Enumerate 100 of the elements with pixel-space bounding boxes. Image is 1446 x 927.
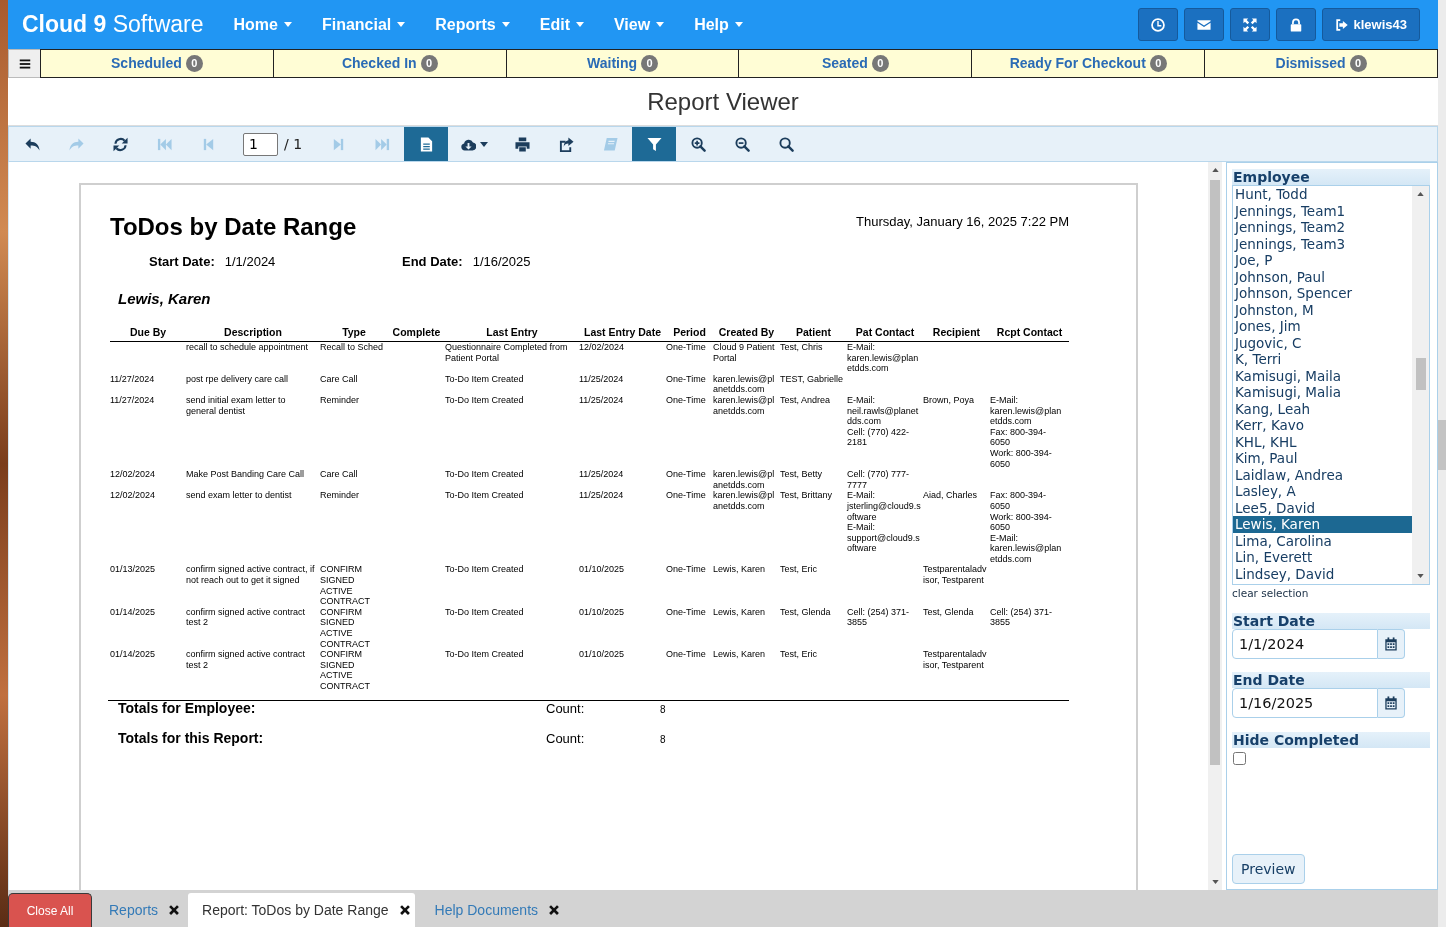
- page-number-field[interactable]: 1: [243, 132, 278, 156]
- list-item[interactable]: Lindsey, David: [1233, 565, 1412, 582]
- status-tab[interactable]: Dismissed 0: [1204, 49, 1438, 78]
- list-item[interactable]: Jennings, Team3: [1233, 235, 1412, 252]
- list-item[interactable]: Johnson, Spencer: [1233, 285, 1412, 302]
- list-item[interactable]: Jugovic, C: [1233, 334, 1412, 351]
- report-title: ToDos by Date Range: [110, 213, 357, 241]
- list-item[interactable]: Johnson, Paul: [1233, 268, 1412, 285]
- brand-name: Cloud 9 Software: [22, 10, 204, 40]
- status-tab[interactable]: Seated 0: [738, 49, 973, 78]
- filter-button[interactable]: [632, 127, 676, 161]
- table-cell: Test, Betty: [780, 469, 847, 491]
- fullscreen-button[interactable]: [1229, 8, 1270, 41]
- scroll-up-icon[interactable]: [1211, 168, 1219, 172]
- count-badge: 0: [641, 55, 659, 72]
- list-item[interactable]: KHL, KHL: [1233, 433, 1412, 450]
- history-button[interactable]: [1137, 8, 1178, 41]
- list-item[interactable]: Hunt, Todd: [1233, 186, 1412, 203]
- status-tab[interactable]: Checked In 0: [272, 49, 507, 78]
- scrollbar-thumb[interactable]: [1438, 420, 1446, 470]
- scrollbar[interactable]: [1438, 0, 1446, 927]
- clear-selection-link[interactable]: clear selection: [1232, 587, 1309, 600]
- document-button[interactable]: [404, 127, 448, 161]
- close-all-button[interactable]: Close All: [8, 893, 92, 927]
- calendar-button[interactable]: [1378, 629, 1405, 659]
- expand-icon: [1242, 17, 1257, 32]
- messages-button[interactable]: [1183, 8, 1224, 41]
- field-label: End Date: [1232, 672, 1430, 688]
- scrollbar[interactable]: [1412, 186, 1429, 584]
- lock-button[interactable]: [1275, 8, 1316, 41]
- table-cell: 11/27/2024: [110, 394, 186, 470]
- table-cell: To-Do Item Created: [445, 373, 579, 395]
- table-cell: E-Mail: karen.lewis@planetdds.com: [847, 341, 923, 374]
- list-item[interactable]: Lin, Everett: [1233, 549, 1412, 566]
- table-cell: 01/10/2025: [579, 606, 666, 650]
- status-tab[interactable]: Scheduled 0: [40, 49, 274, 78]
- scroll-down-icon[interactable]: [1417, 574, 1424, 578]
- list-item[interactable]: Lasley, A: [1233, 483, 1412, 500]
- list-item[interactable]: K, Terri: [1233, 351, 1412, 368]
- document-tab[interactable]: Report: ToDos by Date Range: [188, 893, 415, 927]
- table-cell-text: Cell: (254) 371-3855: [990, 606, 1054, 630]
- table-cell: confirm signed active contract test 2: [186, 649, 320, 692]
- table-cell-text: Reminder: [320, 490, 360, 503]
- scrollbar-thumb[interactable]: [1210, 180, 1220, 765]
- table-cell: Brown, Poya: [923, 394, 990, 470]
- user-button[interactable]: klewis43: [1321, 8, 1420, 41]
- list-item[interactable]: Kamisugi, Malia: [1233, 384, 1412, 401]
- redo-icon: [68, 136, 84, 152]
- calendar-button[interactable]: [1378, 688, 1405, 718]
- scroll-up-icon[interactable]: [1417, 192, 1424, 196]
- list-item[interactable]: Kang, Leah: [1233, 400, 1412, 417]
- page-count: / 1: [284, 134, 303, 154]
- list-item[interactable]: Jennings, Team1: [1233, 202, 1412, 219]
- count-badge: 0: [1349, 55, 1367, 72]
- close-icon[interactable]: [168, 904, 181, 916]
- totals-label: Totals for Employee:: [118, 700, 256, 716]
- list-item[interactable]: Johnston, M: [1233, 301, 1412, 318]
- hide-completed-checkbox[interactable]: [1233, 752, 1246, 765]
- list-item[interactable]: Jones, Jim: [1233, 318, 1412, 335]
- scrollbar[interactable]: [1208, 162, 1222, 890]
- page-title: Report Viewer: [647, 87, 799, 116]
- scrollbar-thumb[interactable]: [1415, 358, 1426, 390]
- list-item[interactable]: Jennings, Team2: [1233, 219, 1412, 236]
- start-date-field[interactable]: 1/1/2024: [1232, 629, 1378, 659]
- sign-out-icon: [1334, 17, 1349, 32]
- preview-button[interactable]: Preview: [1232, 854, 1305, 884]
- table-cell: 01/14/2025: [110, 649, 186, 692]
- table-cell: 11/27/2024: [110, 373, 186, 395]
- list-item[interactable]: Lewis, Karen: [1233, 516, 1412, 533]
- field-label: Hide Completed: [1232, 732, 1430, 748]
- column-header: Due By: [110, 326, 186, 342]
- table-cell: One-Time: [666, 564, 713, 607]
- close-icon[interactable]: [548, 904, 561, 916]
- table-cell: confirm signed active contract test 2: [186, 606, 320, 650]
- list-item[interactable]: Joe, P: [1233, 252, 1412, 269]
- list-item[interactable]: Kim, Paul: [1233, 450, 1412, 467]
- caret-icon: [479, 141, 488, 147]
- employee-list[interactable]: [1232, 185, 1430, 585]
- field-label: Start Date: [1232, 613, 1430, 629]
- table-cell: Lewis, Karen: [713, 649, 780, 692]
- table-cell: send initial exam letter to general dentist: [186, 394, 320, 470]
- close-icon[interactable]: [398, 904, 411, 916]
- list-item[interactable]: Lee5, David: [1233, 499, 1412, 516]
- document-icon: [418, 136, 434, 152]
- table-cell: send exam letter to dentist: [186, 490, 320, 565]
- table-cell: Make Post Banding Care Call: [186, 469, 320, 491]
- report-timestamp: Thursday, January 16, 2025 7:22 PM: [856, 214, 1069, 230]
- count-badge: 0: [871, 55, 889, 72]
- scroll-down-icon[interactable]: [1211, 880, 1219, 884]
- status-tab[interactable]: Ready For Checkout 0: [971, 49, 1206, 78]
- status-tab[interactable]: Waiting 0: [505, 49, 740, 78]
- list-item[interactable]: Kerr, Kavo: [1233, 417, 1412, 434]
- table-cell: 01/10/2025: [579, 564, 666, 607]
- table-cell: One-Time: [666, 606, 713, 650]
- menu-button[interactable]: [8, 49, 41, 78]
- end-date-field[interactable]: 1/16/2025: [1232, 688, 1378, 718]
- list-item[interactable]: Kamisugi, Maila: [1233, 367, 1412, 384]
- list-item[interactable]: Lima, Carolina: [1233, 532, 1412, 549]
- table-cell: recall to schedule appointment: [186, 341, 320, 374]
- list-item[interactable]: Laidlaw, Andrea: [1233, 466, 1412, 483]
